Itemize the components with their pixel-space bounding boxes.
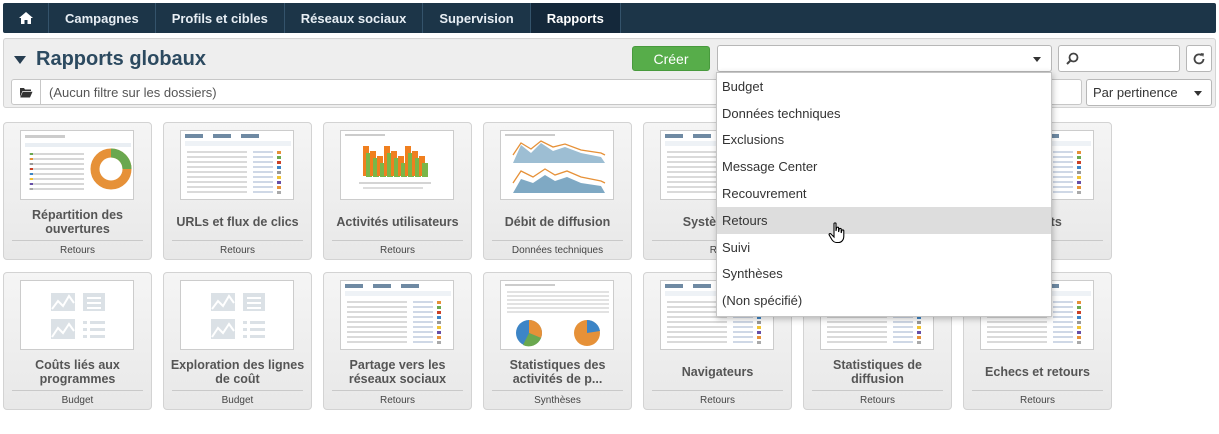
report-thumbnail [180, 280, 294, 350]
collapse-caret-icon[interactable] [14, 55, 26, 64]
title-row: Rapports globaux [14, 48, 206, 71]
report-card[interactable]: Débit de diffusion Données techniques [483, 122, 632, 260]
report-card[interactable]: Exploration des lignes de coût Budget [163, 272, 312, 410]
report-thumbnail [500, 280, 614, 350]
hand-cursor-icon [828, 222, 845, 244]
card-divider [492, 390, 623, 391]
card-divider [972, 390, 1103, 391]
report-thumbnail [20, 130, 134, 200]
report-thumbnail [20, 280, 134, 350]
filter-text: (Aucun filtre sur les dossiers) [49, 84, 217, 100]
report-card[interactable]: Activités utilisateurs Retours [323, 122, 472, 260]
card-divider [12, 240, 143, 241]
card-divider [332, 240, 463, 241]
create-button[interactable]: Créer [632, 46, 710, 71]
report-title: Répartition des ouvertures [32, 208, 123, 236]
report-card[interactable]: Coûts liés aux programmes Budget [3, 272, 152, 410]
dropdown-option[interactable]: (Non spécifié) [717, 287, 1051, 314]
report-category: Retours [859, 395, 895, 406]
dropdown-option[interactable]: Synthèses [717, 261, 1051, 288]
card-divider [652, 390, 783, 391]
report-card[interactable]: URLs et flux de clics Retours [163, 122, 312, 260]
select-arrow-icon [1033, 57, 1041, 62]
main-nav: Campagnes Profils et cibles Réseaux soci… [3, 3, 1216, 33]
refresh-button[interactable] [1186, 45, 1212, 72]
nav-tab-reseaux[interactable]: Réseaux sociaux [285, 3, 424, 33]
dropdown-option[interactable]: Données techniques [717, 100, 1051, 127]
folder-open-icon [20, 87, 33, 97]
card-divider [172, 240, 303, 241]
report-title: Coûts liés aux programmes [35, 358, 120, 386]
page-title: Rapports globaux [36, 48, 207, 70]
report-title: Statistiques des activités de p... [509, 358, 606, 386]
search-input[interactable] [1058, 45, 1180, 72]
card-divider [172, 390, 303, 391]
dropdown-option[interactable]: Suivi [717, 234, 1051, 261]
sort-select[interactable]: Par pertinence [1086, 79, 1212, 106]
report-title: Navigateurs [681, 365, 754, 379]
dropdown-option[interactable]: Exclusions [717, 127, 1051, 154]
search-icon [1066, 52, 1079, 65]
card-divider [492, 240, 623, 241]
report-category: Retours [379, 245, 415, 256]
report-title: Partage vers les réseaux sociaux [348, 358, 447, 386]
dropdown-option[interactable]: Message Center [717, 153, 1051, 180]
sort-value: Par pertinence [1093, 85, 1178, 100]
select-arrow-icon [1194, 91, 1202, 96]
report-title: Echecs et retours [985, 365, 1090, 379]
report-card[interactable]: Répartition des ouvertures Retours [3, 122, 152, 260]
report-category: Retours [379, 395, 415, 406]
card-divider [332, 390, 463, 391]
report-thumbnail [340, 280, 454, 350]
category-select[interactable] [717, 45, 1052, 72]
report-title: Débit de diffusion [504, 215, 611, 229]
refresh-icon [1193, 52, 1205, 64]
report-title: URLs et flux de clics [176, 215, 299, 229]
report-category: Retours [1019, 395, 1055, 406]
report-category: Retours [699, 395, 735, 406]
dropdown-option[interactable]: Retours [717, 206, 1051, 234]
dropdown-option[interactable]: Budget [717, 73, 1051, 100]
report-thumbnail [180, 130, 294, 200]
report-category: Retours [219, 245, 255, 256]
nav-tab-profils[interactable]: Profils et cibles [156, 3, 285, 33]
report-category: Synthèses [534, 395, 581, 406]
report-card[interactable]: Statistiques des activités de p... Synth… [483, 272, 632, 410]
report-category: Retours [59, 245, 95, 256]
report-card[interactable]: Partage vers les réseaux sociaux Retours [323, 272, 472, 410]
report-thumbnail [340, 130, 454, 200]
report-title: Exploration des lignes de coût [170, 358, 305, 386]
nav-tab-campagnes[interactable]: Campagnes [49, 3, 156, 33]
nav-tab-supervision[interactable]: Supervision [423, 3, 531, 33]
nav-tab-rapports[interactable]: Rapports [530, 3, 621, 33]
report-category: Données techniques [511, 245, 604, 256]
report-title: Activités utilisateurs [336, 215, 459, 229]
report-title: Statistiques de diffusion [833, 358, 922, 386]
card-divider [812, 390, 943, 391]
report-category: Budget [221, 395, 254, 406]
home-button[interactable] [3, 3, 49, 33]
report-thumbnail [500, 130, 614, 200]
report-category: Budget [61, 395, 94, 406]
dropdown-option[interactable]: Recouvrement [717, 180, 1051, 207]
card-divider [12, 390, 143, 391]
home-icon [18, 12, 33, 24]
category-dropdown: Budget Données techniques Exclusions Messag… [716, 72, 1052, 317]
folder-button[interactable] [12, 80, 41, 104]
